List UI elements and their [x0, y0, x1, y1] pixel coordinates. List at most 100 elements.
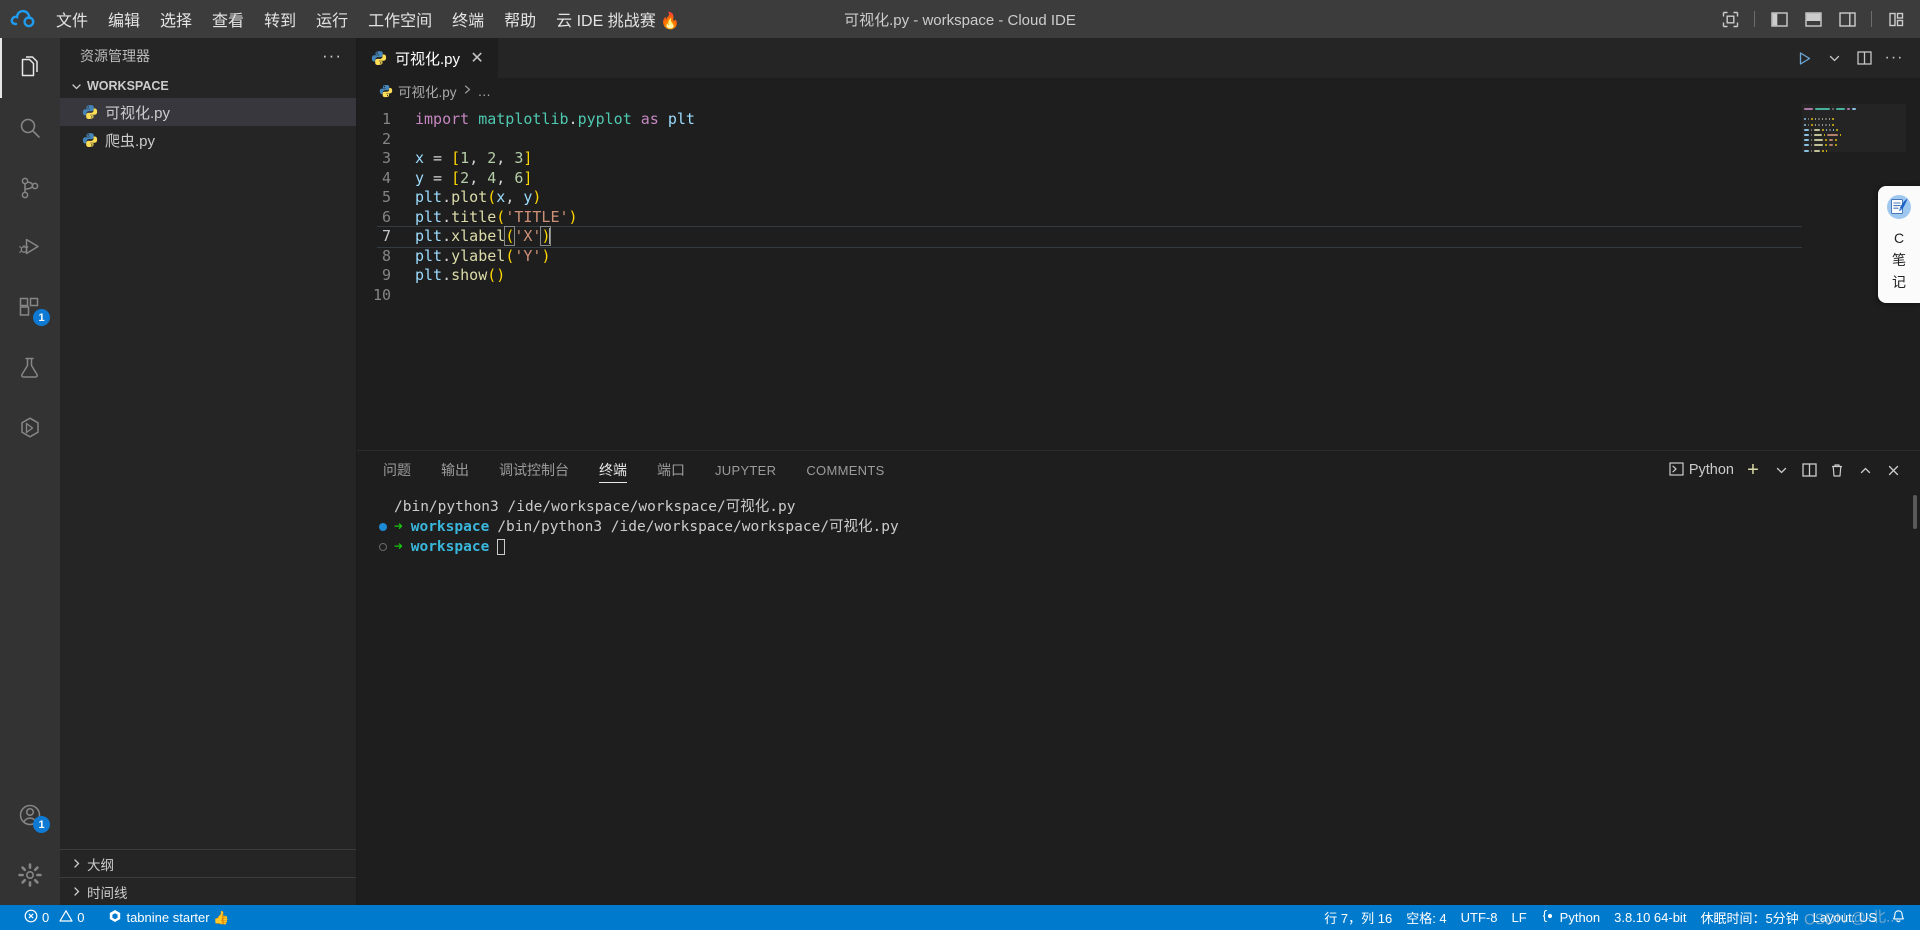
code-token: ] [523, 168, 533, 187]
code-line[interactable]: 4y = [2, 4, 6] [357, 169, 1920, 189]
file-item-crawler[interactable]: 爬虫.py [60, 126, 356, 154]
terminal-profile-chevron-icon[interactable] [1768, 456, 1794, 484]
run-python-file-icon[interactable] [1790, 44, 1818, 72]
activity-accounts[interactable]: 1 [0, 785, 60, 845]
activity-scm[interactable] [0, 158, 60, 218]
status-keyboard-layout[interactable]: Layout: US [1806, 910, 1884, 925]
sidebar-more-actions-icon[interactable]: ··· [318, 46, 346, 66]
toggle-panel-icon[interactable] [1797, 5, 1829, 33]
split-terminal-icon[interactable] [1796, 456, 1822, 484]
center-layout-icon[interactable] [1714, 5, 1746, 33]
status-bar: 0 0 tabnine starter 👍 行 7，列 16 空格: 4 UTF… [0, 905, 1920, 930]
activity-settings[interactable] [0, 845, 60, 905]
code-token: y [415, 168, 425, 187]
code-token: plt [415, 266, 443, 284]
warning-icon [59, 909, 73, 926]
terminal-scrollbar[interactable] [1913, 495, 1917, 529]
terminal-output[interactable]: /bin/python3 /ide/workspace/workspace/可视… [357, 489, 1920, 905]
menu-challenge[interactable]: 云 IDE 挑战赛 🔥 [546, 0, 690, 38]
status-sleep-timer[interactable]: 休眠时间：5分钟 [1693, 908, 1805, 927]
toggle-secondary-sidebar-icon[interactable] [1831, 5, 1863, 33]
activity-search[interactable] [0, 98, 60, 158]
code-token: . [442, 207, 452, 226]
menu-file[interactable]: 文件 [46, 0, 98, 38]
status-eol[interactable]: LF [1505, 910, 1534, 925]
code-token: 1 [460, 149, 470, 167]
kill-terminal-icon[interactable] [1824, 456, 1850, 484]
code-line[interactable]: 10 [357, 286, 1920, 306]
code-editor[interactable]: 1 import matplotlib.pyplot as plt 2 3 x = [1… [357, 104, 1920, 450]
close-panel-icon[interactable] [1880, 456, 1906, 484]
panel-tab-terminal[interactable]: 终端 [589, 451, 637, 489]
status-problems[interactable]: 0 0 [0, 905, 91, 930]
menu-go[interactable]: 转到 [254, 0, 306, 38]
code-token: , [496, 168, 515, 187]
panel-tab-ports[interactable]: 端口 [647, 451, 695, 489]
close-icon[interactable]: ✕ [468, 48, 486, 68]
workbench-body: 1 1 资源管理器 ··· WORKSPACE 可视化.py 爬虫.py 大纲 … [0, 38, 1920, 905]
code-text: plt.ylabel('Y') [415, 247, 550, 267]
menu-help[interactable]: 帮助 [494, 0, 546, 38]
sidebar-section-workspace[interactable]: WORKSPACE [60, 74, 356, 98]
tabnine-icon [108, 909, 122, 926]
code-line[interactable]: 8 plt.ylabel('Y') [357, 247, 1920, 267]
sidebar-section-timeline[interactable]: 时间线 [60, 877, 356, 905]
new-terminal-icon[interactable]: + [1740, 456, 1766, 484]
python-file-icon [82, 132, 98, 148]
menu-terminal[interactable]: 终端 [442, 0, 494, 38]
panel-tabs: 问题 输出 调试控制台 终端 端口 JUPYTER COMMENTS Pytho… [357, 451, 1920, 489]
split-editor-right-icon[interactable] [1850, 44, 1878, 72]
chevron-down-icon[interactable] [1820, 44, 1848, 72]
menu-view[interactable]: 查看 [202, 0, 254, 38]
accounts-badge: 1 [33, 816, 50, 833]
activity-run-debug[interactable] [0, 218, 60, 278]
explorer-sidebar: 资源管理器 ··· WORKSPACE 可视化.py 爬虫.py 大纲 时间线 [60, 38, 357, 905]
note-widget[interactable]: C 笔 记 [1878, 186, 1920, 303]
code-token: as [640, 110, 659, 128]
status-indentation[interactable]: 空格: 4 [1399, 908, 1453, 927]
code-line[interactable]: 1 import matplotlib.pyplot as plt [357, 110, 1920, 130]
panel-tab-comments[interactable]: COMMENTS [796, 451, 894, 489]
code-line[interactable]: 3 x = [1, 2, 3] [357, 149, 1920, 169]
code-line[interactable]: 5 plt.plot(x, y) [357, 188, 1920, 208]
code-token: = [424, 149, 452, 167]
code-line[interactable]: 9 plt.show() [357, 266, 1920, 286]
code-line[interactable]: 7 plt.xlabel('X') [357, 226, 1920, 247]
panel-tab-debug-console[interactable]: 调试控制台 [489, 451, 579, 489]
file-item-visualization[interactable]: 可视化.py [60, 98, 356, 126]
terminal-selector[interactable]: Python [1665, 456, 1738, 484]
code-line[interactable]: 2 [357, 130, 1920, 150]
extensions-badge: 1 [33, 309, 50, 326]
maximize-panel-icon[interactable] [1852, 456, 1878, 484]
activity-explorer[interactable] [0, 38, 60, 98]
editor-tab-visualization[interactable]: 可视化.py ✕ [357, 38, 500, 78]
status-encoding[interactable]: UTF-8 [1454, 910, 1505, 925]
panel-tab-jupyter[interactable]: JUPYTER [705, 451, 786, 489]
breadcrumb-symbols[interactable]: … [478, 84, 492, 99]
status-notifications[interactable] [1884, 909, 1920, 927]
activity-extensions[interactable]: 1 [0, 278, 60, 338]
code-line[interactable]: 6 plt.title('TITLE') [357, 208, 1920, 228]
editor-area: 可视化.py ✕ ··· 可视化.py … 1 import matplotli… [357, 38, 1920, 905]
toggle-primary-sidebar-icon[interactable] [1763, 5, 1795, 33]
status-cursor-position[interactable]: 行 7，列 16 [1317, 908, 1399, 927]
status-tabnine[interactable]: tabnine starter 👍 [101, 905, 236, 930]
menu-run[interactable]: 运行 [306, 0, 358, 38]
menu-workspace[interactable]: 工作空间 [358, 0, 442, 38]
sidebar-section-outline[interactable]: 大纲 [60, 849, 356, 877]
menu-edit[interactable]: 编辑 [98, 0, 150, 38]
editor-tab-label: 可视化.py [395, 50, 461, 68]
status-interpreter[interactable]: 3.8.10 64-bit [1607, 910, 1693, 925]
code-token: ) [496, 266, 506, 284]
text-cursor [549, 228, 552, 244]
activity-testing[interactable] [0, 338, 60, 398]
menu-selection[interactable]: 选择 [150, 0, 202, 38]
panel-tab-problems[interactable]: 问题 [373, 451, 421, 489]
breadcrumb-file[interactable]: 可视化.py [379, 81, 457, 101]
code-lines[interactable]: 1 import matplotlib.pyplot as plt 2 3 x = [1… [357, 104, 1920, 305]
activity-remote[interactable] [0, 398, 60, 458]
customize-layout-icon[interactable] [1880, 5, 1912, 33]
status-language-mode[interactable]: Python [1534, 909, 1607, 926]
panel-tab-output[interactable]: 输出 [431, 451, 479, 489]
more-actions-icon[interactable]: ··· [1880, 44, 1908, 72]
